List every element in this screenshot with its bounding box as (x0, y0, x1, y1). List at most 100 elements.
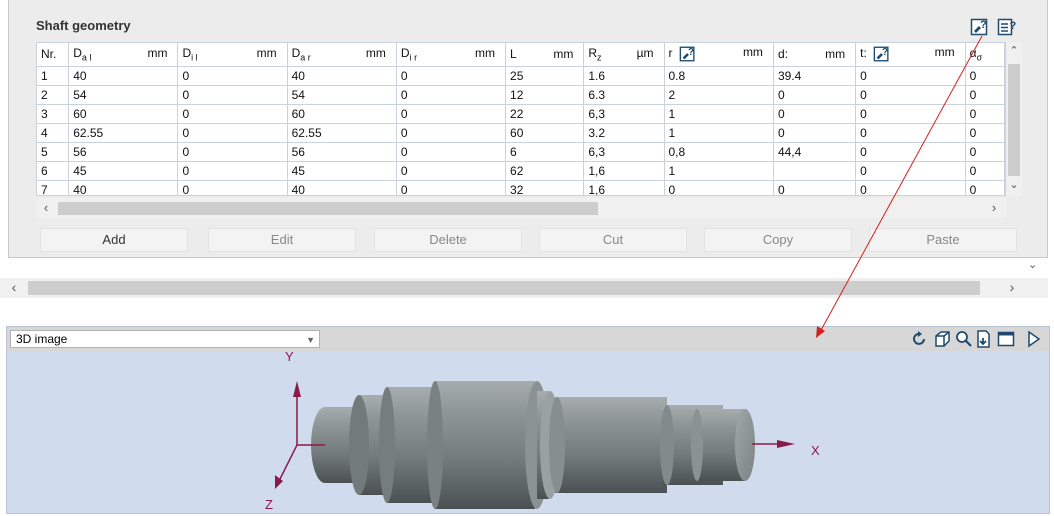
column-header[interactable]: t:? mm (855, 43, 966, 67)
column-header[interactable]: Nr. (37, 43, 70, 67)
column-header[interactable]: Lmm (505, 43, 585, 67)
table-row[interactable]: 2 54 0 54 0 12 6.3 2 0 0 0 (37, 85, 1005, 105)
column-header[interactable]: Di l mm (177, 43, 288, 67)
column-header[interactable]: Di r mm (396, 43, 507, 67)
rotate-icon[interactable] (911, 330, 929, 348)
table-cell[interactable]: 0 (396, 142, 507, 162)
list-help-icon[interactable]: ? (997, 17, 1017, 37)
table-cell[interactable]: 0 (177, 142, 288, 162)
table-cell[interactable]: 62.55 (287, 123, 397, 143)
table-cell[interactable]: 40 (68, 180, 179, 195)
table-cell[interactable]: 45 (68, 161, 179, 181)
panel-scroll-left-arrow-icon[interactable]: ‹ (6, 279, 22, 295)
table-cell[interactable]: 0 (855, 180, 966, 195)
table-cell[interactable]: 3 (37, 104, 70, 124)
table-row[interactable]: 4 62.55 0 62.55 0 60 3.2 1 0 0 0 (37, 123, 1005, 143)
table-row[interactable]: 5 56 0 56 0 6 6,3 0,8 44,4 0 0 (37, 142, 1005, 162)
table-cell[interactable]: 0 (965, 66, 1005, 86)
copy-button[interactable]: Copy (704, 228, 852, 252)
cut-button[interactable]: Cut (539, 228, 687, 252)
table-cell[interactable]: 0,8 (664, 142, 774, 162)
table-cell[interactable]: 5 (37, 142, 70, 162)
table-cell[interactable]: 2 (664, 85, 774, 105)
table-cell[interactable]: 0 (773, 180, 857, 195)
table-cell[interactable]: 6.3 (583, 85, 665, 105)
table-cell[interactable]: 39.4 (773, 66, 857, 86)
table-cell[interactable]: 40 (287, 66, 397, 86)
table-cell[interactable]: 2 (37, 85, 70, 105)
table-cell[interactable]: 60 (505, 123, 585, 143)
scroll-down-arrow-icon[interactable]: ⌄ (1006, 178, 1022, 191)
table-row[interactable]: 1 40 0 40 0 25 1.6 0.8 39.4 0 0 (37, 66, 1005, 86)
table-cell[interactable]: 60 (287, 104, 397, 124)
table-cell[interactable]: 40 (68, 66, 179, 86)
table-cell[interactable]: 0 (855, 123, 966, 143)
column-header[interactable]: Da r mm (287, 43, 397, 67)
table-cell[interactable]: 0 (177, 66, 288, 86)
cube-view-icon[interactable] (933, 330, 951, 348)
table-cell[interactable]: 1.6 (583, 66, 665, 86)
table-cell[interactable]: 0 (396, 123, 507, 143)
export-icon[interactable] (975, 330, 993, 348)
panel-horizontal-scrollbar[interactable]: ‹ › (0, 278, 1048, 298)
scroll-left-arrow-icon[interactable]: ‹ (38, 200, 54, 215)
table-cell[interactable]: 0 (855, 161, 966, 181)
column-header[interactable]: d: mm (773, 43, 857, 67)
table-cell[interactable]: 6,3 (583, 104, 665, 124)
table-cell[interactable]: 0 (855, 142, 966, 162)
paste-button[interactable]: Paste (869, 228, 1017, 252)
table-cell[interactable]: 44,4 (773, 142, 857, 162)
table-cell[interactable]: 6 (37, 161, 70, 181)
table-cell[interactable]: 0 (177, 161, 288, 181)
3d-viewport[interactable] (7, 351, 1049, 513)
table-cell[interactable]: 56 (287, 142, 397, 162)
table-cell[interactable]: 0 (396, 85, 507, 105)
column-header[interactable]: Rz µm (583, 43, 665, 67)
table-cell[interactable]: 0 (773, 85, 857, 105)
table-cell[interactable]: 0 (177, 104, 288, 124)
table-cell[interactable]: 0 (177, 85, 288, 105)
add-button[interactable]: Add (40, 228, 188, 252)
table-cell[interactable]: 0 (855, 66, 966, 86)
table-cell[interactable]: 3.2 (583, 123, 665, 143)
panel-scroll-right-arrow-icon[interactable]: › (1004, 279, 1020, 295)
table-row[interactable]: 6 45 0 45 0 62 1,6 1 0 0 (37, 161, 1005, 181)
zoom-icon[interactable] (955, 330, 973, 348)
shaft-model[interactable] (311, 381, 755, 509)
table-cell[interactable]: 32 (505, 180, 585, 195)
table-cell[interactable]: 0 (965, 104, 1005, 124)
table-cell[interactable]: 45 (287, 161, 397, 181)
table-cell[interactable]: 0 (965, 161, 1005, 181)
table-cell[interactable]: 0 (773, 123, 857, 143)
edit-button[interactable]: Edit (208, 228, 356, 252)
table-cell[interactable]: 0 (396, 180, 507, 195)
window-icon[interactable] (997, 330, 1015, 348)
table-cell[interactable]: 7 (37, 180, 70, 195)
table-cell[interactable]: 1 (664, 161, 774, 181)
table-cell[interactable]: 6 (505, 142, 585, 162)
table-cell[interactable]: 6,3 (583, 142, 665, 162)
table-cell[interactable]: 54 (68, 85, 179, 105)
edit-help-icon[interactable]: ? (679, 45, 697, 63)
table-cell[interactable]: 0 (177, 123, 288, 143)
table-cell[interactable]: 62.55 (68, 123, 179, 143)
table-cell[interactable]: 1,6 (583, 161, 665, 181)
table-cell[interactable]: 0 (396, 161, 507, 181)
table-vertical-scroll-thumb[interactable] (1008, 64, 1020, 176)
table-cell[interactable]: 4 (37, 123, 70, 143)
table-cell[interactable]: 0 (773, 104, 857, 124)
edit-help-icon[interactable]: ? (970, 17, 990, 37)
table-cell[interactable]: 40 (287, 180, 397, 195)
play-icon[interactable] (1025, 330, 1043, 348)
table-cell[interactable]: 0 (965, 142, 1005, 162)
table-cell[interactable]: 0 (177, 180, 288, 195)
view-mode-select[interactable]: 3D image ▼ (10, 330, 320, 348)
table-cell[interactable]: 0 (965, 180, 1005, 195)
edit-help-icon[interactable]: ? (873, 45, 891, 63)
table-cell[interactable]: 0 (664, 180, 774, 195)
table-cell[interactable]: 1,6 (583, 180, 665, 195)
table-cell[interactable] (773, 161, 857, 181)
table-cell[interactable]: 1 (664, 123, 774, 143)
table-cell[interactable]: 0 (855, 85, 966, 105)
table-cell[interactable]: 56 (68, 142, 179, 162)
